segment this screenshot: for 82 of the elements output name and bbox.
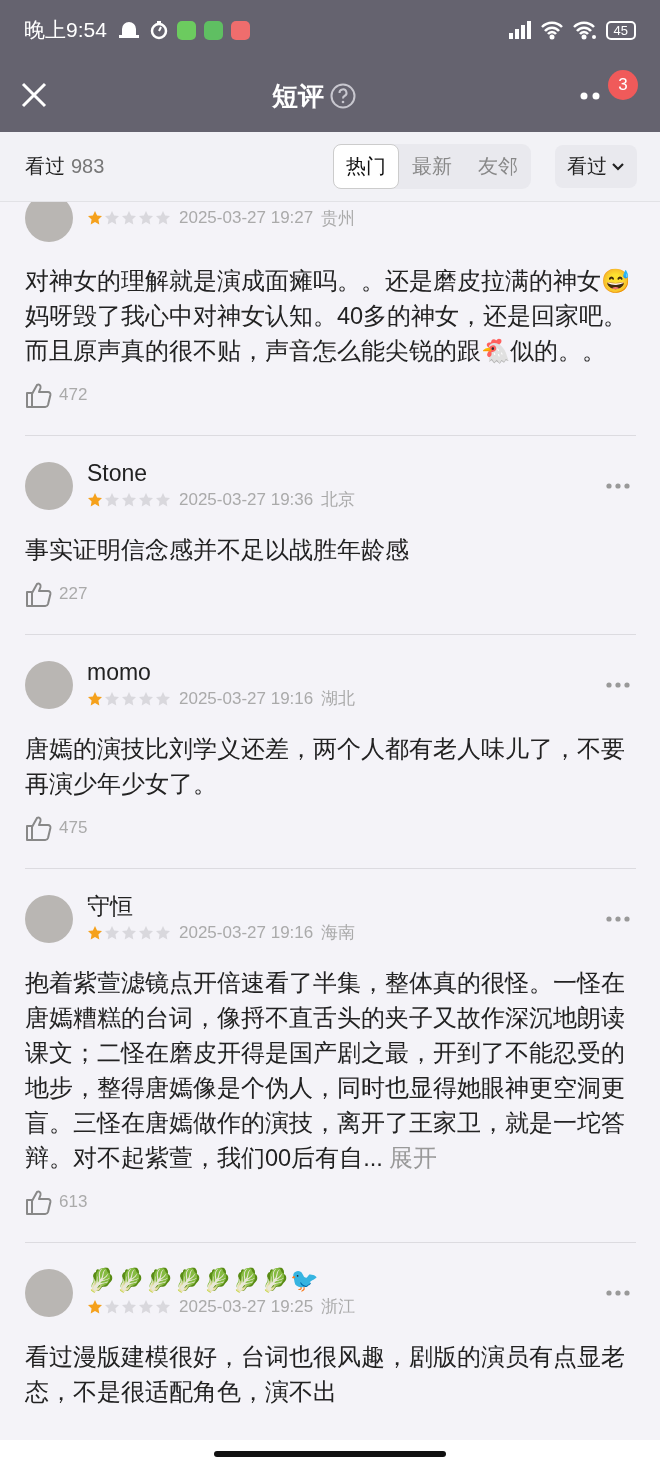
watched-dropdown[interactable]: 看过 xyxy=(555,145,637,188)
star-icon xyxy=(104,924,120,941)
app-notification-icon xyxy=(230,20,250,40)
more-options-icon[interactable] xyxy=(606,681,630,688)
star-icon xyxy=(121,210,137,226)
star-icon xyxy=(138,210,154,226)
post-time: 2025-03-27 19:27 xyxy=(179,208,314,228)
like-count: 227 xyxy=(59,584,88,604)
more-options-icon[interactable] xyxy=(606,482,630,489)
star-icon xyxy=(121,491,137,508)
more-icon xyxy=(580,92,602,100)
review-text: 抱着紫萱滤镜点开倍速看了半集，整体真的很怪。一怪在唐嫣糟糕的台词，像捋不直舌头的夹子又故作深沉地朗读课文；二怪在磨皮开得是国产剧之最，开到了不能忍受的地步，整得唐嫣像是个伪人，同时也显得她眼神更空洞更盲。三怪在唐嫣做作的演技，离开了王家卫，就是一坨答辩。对不起紫萱，我们00后有自... 展开 xyxy=(25,969,626,1173)
watched-label: 看过 xyxy=(25,154,65,179)
user-name[interactable]: 守恒 xyxy=(87,893,592,919)
star-icon xyxy=(155,690,171,707)
star-icon xyxy=(104,1298,120,1315)
post-time: 2025-03-27 19:25 xyxy=(179,1296,314,1317)
review-count: 983 xyxy=(71,155,105,178)
star-icon xyxy=(138,690,154,707)
post-time: 2025-03-27 19:16 xyxy=(179,922,314,943)
star-icon xyxy=(138,491,154,508)
home-indicator[interactable] xyxy=(214,1450,446,1457)
star-icon xyxy=(155,210,171,226)
avatar-placeholder[interactable] xyxy=(25,660,73,709)
like-count: 475 xyxy=(59,818,88,838)
star-icon xyxy=(87,491,103,508)
user-name[interactable]: 🥬🥬🥬🥬🥬🥬🥬🐦 xyxy=(87,1267,592,1293)
star-icon xyxy=(121,924,137,941)
review-text: 唐嫣的演技比刘学义还差，两个人都有老人味儿了，不要再演少年少女了。 xyxy=(25,735,626,799)
star-icon xyxy=(87,924,103,941)
avatar-placeholder[interactable] xyxy=(25,1268,73,1317)
sort-tab[interactable]: 热门 xyxy=(333,144,399,189)
avatar-placeholder[interactable] xyxy=(25,461,73,510)
more-options-icon[interactable] xyxy=(606,915,630,922)
like-count: 472 xyxy=(59,385,88,405)
review-text: 事实证明信念感并不足以战胜年龄感 xyxy=(25,536,410,565)
thumbs-up-icon[interactable] xyxy=(25,381,53,409)
star-icon xyxy=(155,491,171,508)
user-name[interactable]: momo xyxy=(87,659,592,685)
avatar-placeholder[interactable] xyxy=(25,894,73,943)
page-title: 短评 xyxy=(272,79,324,113)
post-location: 浙江 xyxy=(321,1296,356,1318)
help-icon[interactable] xyxy=(330,83,356,109)
post-location: 湖北 xyxy=(321,688,356,710)
timer-icon xyxy=(148,20,169,40)
star-icon xyxy=(87,210,103,226)
wifi-icon xyxy=(539,20,564,40)
more-options-icon[interactable] xyxy=(606,1289,630,1296)
star-icon xyxy=(87,1298,103,1315)
avatar-placeholder[interactable] xyxy=(25,202,73,242)
star-icon xyxy=(155,924,171,941)
wifi-icon xyxy=(571,20,598,40)
post-time: 2025-03-27 19:36 xyxy=(179,489,314,510)
chat-app-icon xyxy=(176,20,196,40)
star-icon xyxy=(104,690,120,707)
signal-icon xyxy=(507,21,532,39)
chevron-down-icon xyxy=(611,161,625,172)
close-icon xyxy=(20,80,48,109)
alarm-bell-icon xyxy=(116,19,141,41)
notification-badge: 3 xyxy=(608,70,638,100)
post-location: 贵州 xyxy=(321,207,356,230)
star-icon xyxy=(121,1298,137,1315)
star-icon xyxy=(121,690,137,707)
review-text: 对神女的理解就是演成面瘫吗。。还是磨皮拉满的神女😅妈呀毁了我心中对神女认知。40多的神女，还是回家吧。而且原声真的很不贴，声音怎么能尖锐的跟🐔似的。。 xyxy=(25,267,631,366)
post-location: 北京 xyxy=(321,489,356,511)
star-icon xyxy=(104,491,120,508)
star-icon xyxy=(138,924,154,941)
review-text: 看过漫版建模很好，台词也很风趣，剧版的演员有点显老态，不是很适配角色，演不出 xyxy=(25,1343,626,1407)
post-time: 2025-03-27 19:16 xyxy=(179,688,314,709)
post-location: 海南 xyxy=(321,922,356,944)
user-name[interactable]: Stone xyxy=(87,460,592,486)
like-count: 613 xyxy=(59,1192,88,1212)
status-time: 晚上9:54 xyxy=(24,17,107,43)
thumbs-up-icon[interactable] xyxy=(25,814,53,842)
star-icon xyxy=(155,1298,171,1315)
star-icon xyxy=(87,690,103,707)
thumbs-up-icon[interactable] xyxy=(25,580,53,608)
star-icon xyxy=(138,1298,154,1315)
app-notification-icon xyxy=(203,20,223,40)
thumbs-up-icon[interactable] xyxy=(25,1188,53,1216)
battery-indicator: 45 xyxy=(605,20,636,40)
star-icon xyxy=(104,210,120,226)
